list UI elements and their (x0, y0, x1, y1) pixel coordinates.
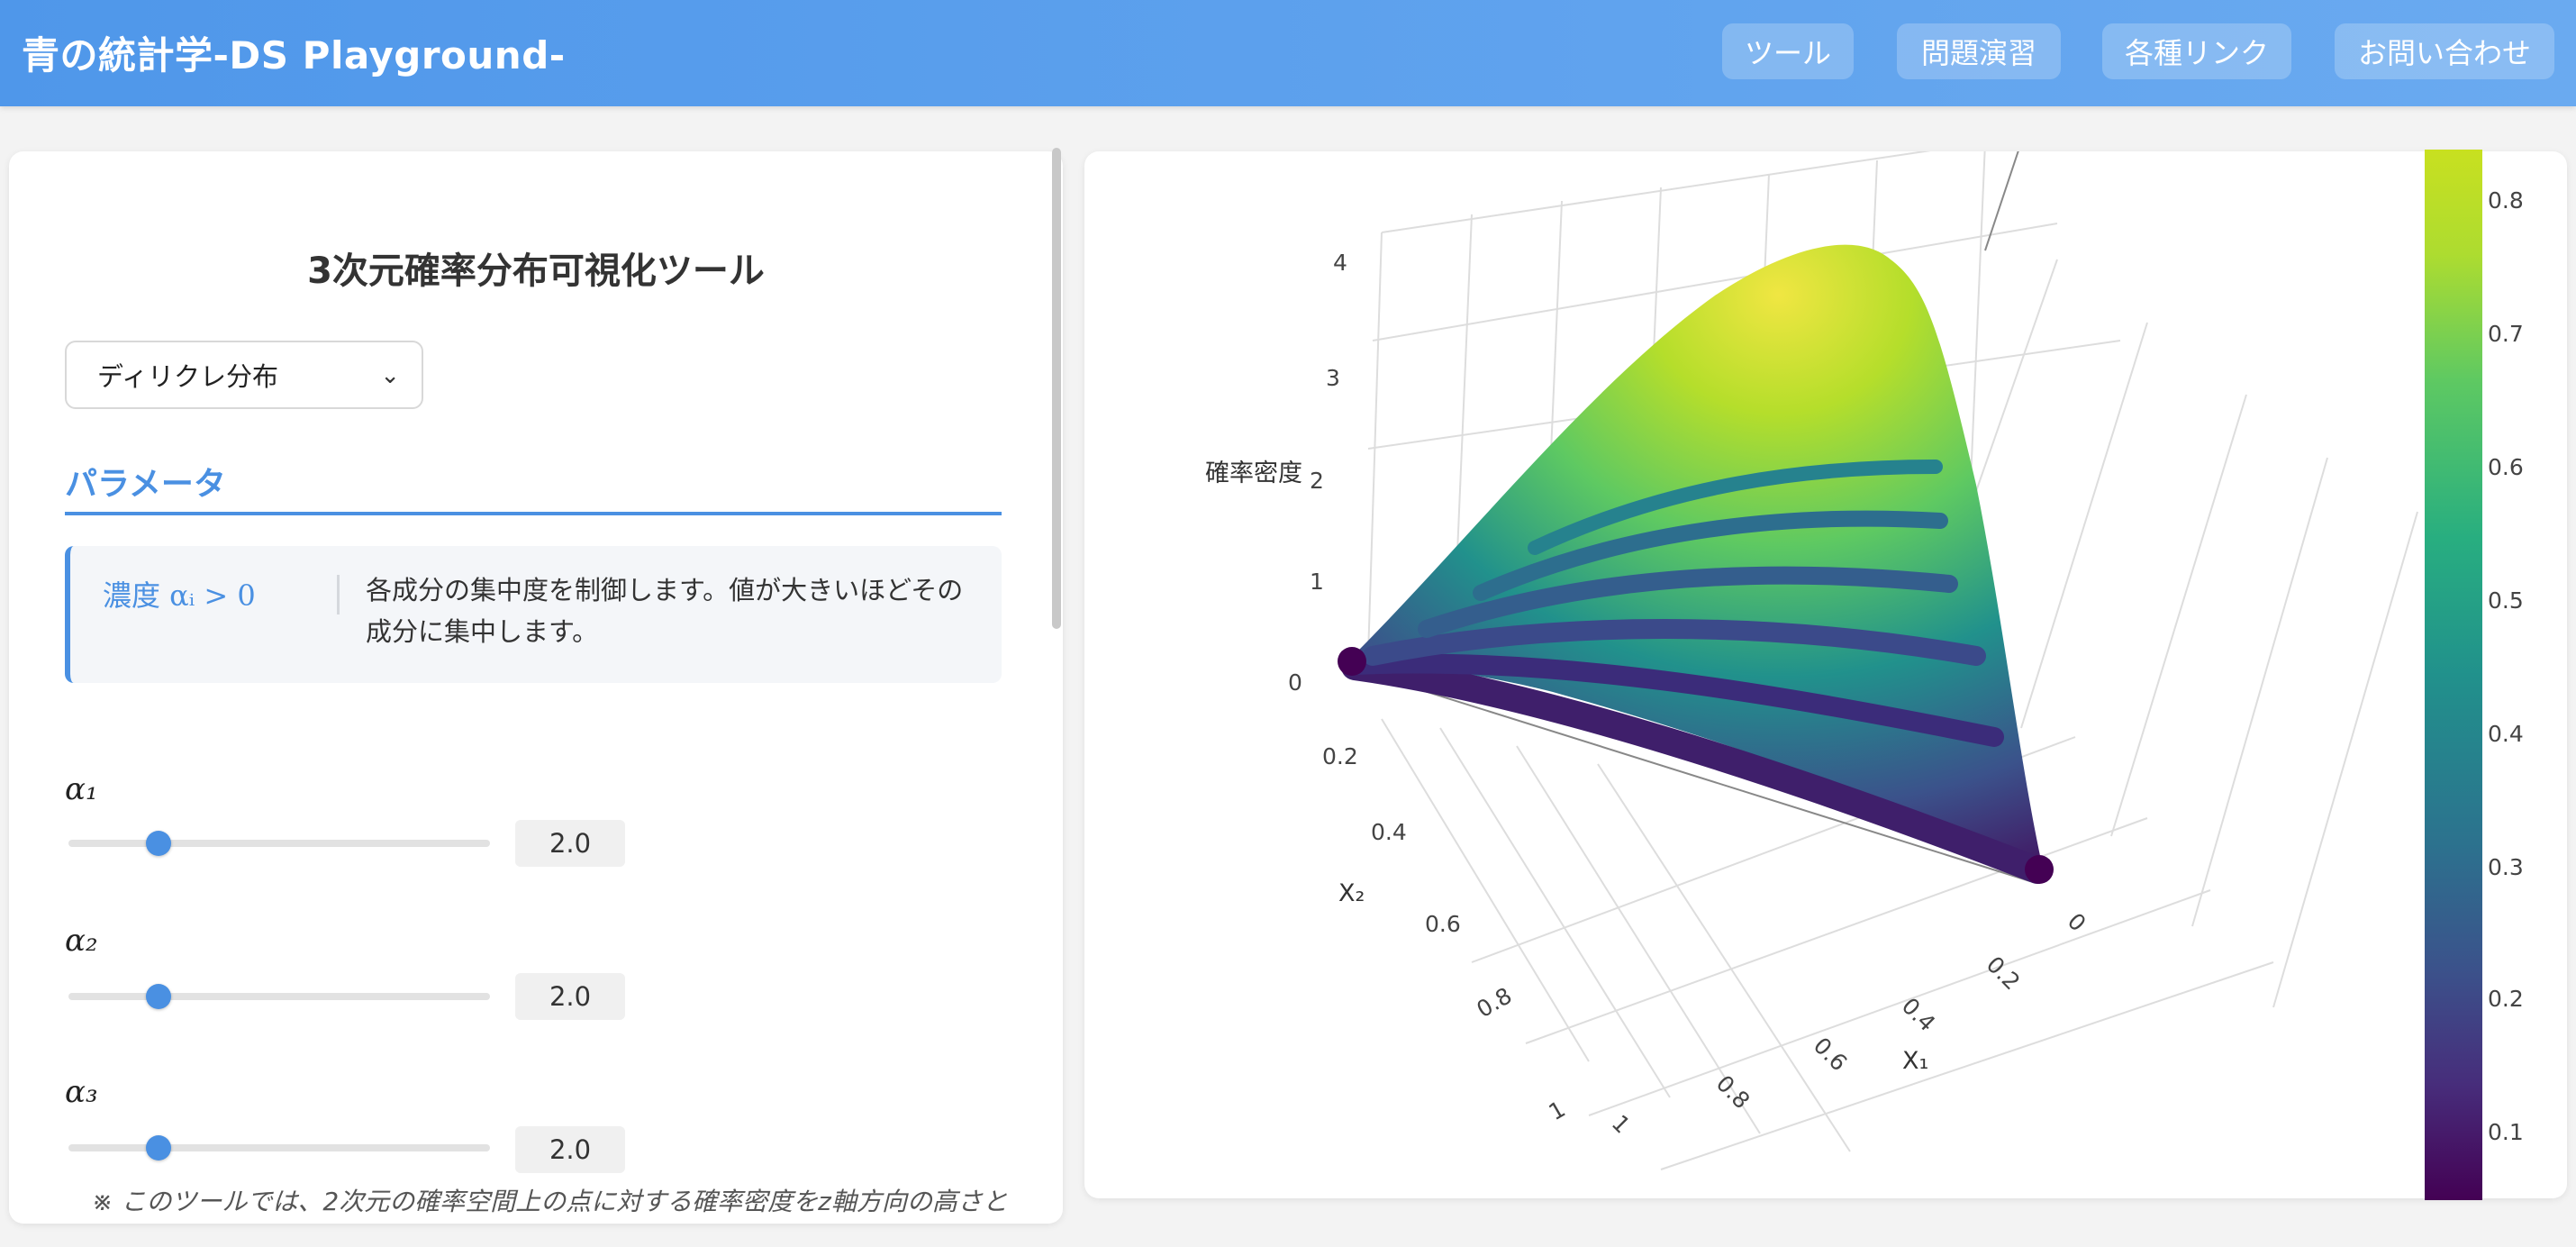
alpha2-label: α₂ (65, 923, 98, 959)
alpha2-value[interactable]: 2.0 (515, 973, 625, 1020)
info-separator (337, 575, 340, 614)
x1-tick-label: 0.4 (1897, 993, 1941, 1037)
x2-axis-ticks: 0.2 0.4 0.6 0.8 1 (1322, 743, 1570, 1125)
alpha1-slider-thumb[interactable] (146, 831, 171, 856)
control-panel-scrollbar[interactable] (1052, 148, 1061, 629)
x1-tick-label: 0.8 (1711, 1070, 1755, 1115)
z-tick-label: 2 (1310, 468, 1324, 494)
section-divider (65, 512, 1002, 515)
surface-plot-3d[interactable]: 4 3 1 0 2 確率密度 0.2 0.4 0.6 0.8 1 X₂ 0 0.… (1084, 151, 2567, 1198)
colorbar-tick: 0.7 (2488, 321, 2524, 347)
colorbar-tick: 0.6 (2488, 454, 2524, 480)
alpha1-value[interactable]: 2.0 (515, 820, 625, 867)
colorbar-tick: 0.4 (2488, 721, 2524, 747)
z-tick-label: 4 (1333, 250, 1347, 276)
nav-contact-button[interactable]: お問い合わせ (2335, 23, 2554, 79)
alpha1-label: α₁ (65, 771, 98, 807)
section-title-parameters: パラメータ (65, 466, 226, 503)
x2-tick-label: 1 (1545, 1096, 1570, 1125)
alpha3-value[interactable]: 2.0 (515, 1126, 625, 1173)
nav-tools-button[interactable]: ツール (1722, 23, 1854, 79)
colorbar-tick: 0.8 (2488, 187, 2524, 214)
x2-tick-label: 0.6 (1425, 911, 1461, 937)
colorbar-tick: 0.3 (2488, 854, 2524, 880)
tool-title: 3次元確率分布可視化ツール (307, 250, 765, 292)
z-tick-label: 0 (1288, 669, 1302, 696)
z-tick-label: 1 (1310, 569, 1324, 595)
x2-tick-label: 0.2 (1322, 743, 1358, 769)
distribution-select[interactable]: ディリクレ分布 ⌄ (65, 341, 423, 409)
x1-axis-title: X₁ (1902, 1047, 1928, 1075)
tool-footnote: ※ このツールでは、2次元の確率空間上の点に対する確率密度をz軸方向の高さとして… (92, 1187, 1008, 1216)
x1-tick-label: 0 (2063, 908, 2091, 937)
alpha2-slider-thumb[interactable] (146, 984, 171, 1009)
nav-links-button[interactable]: 各種リンク (2102, 23, 2291, 79)
chevron-down-icon: ⌄ (380, 362, 400, 389)
alpha3-slider-thumb[interactable] (146, 1135, 171, 1161)
colorbar (2425, 150, 2482, 1200)
colorbar-tick: 0.5 (2488, 587, 2524, 614)
control-panel: 3次元確率分布可視化ツール ディリクレ分布 ⌄ パラメータ 濃度 αᵢ > 0 … (9, 151, 1063, 1224)
z-axis-title: 確率密度 (1205, 460, 1302, 487)
plot-panel[interactable]: 4 3 1 0 2 確率密度 0.2 0.4 0.6 0.8 1 X₂ 0 0.… (1084, 151, 2567, 1198)
surface-corner-point (1338, 647, 1366, 676)
density-surface (1346, 244, 2044, 872)
parameter-info-box: 濃度 αᵢ > 0 各成分の集中度を制御します。値が大きいほどその成分に集中しま… (65, 546, 1002, 683)
surface-corner-point (2025, 855, 2054, 884)
top-navbar: 青の統計学-DS Playground- ツール 問題演習 各種リンク お問い合… (0, 0, 2576, 106)
x2-axis-title: X₂ (1338, 879, 1365, 907)
alpha3-label: α₃ (65, 1074, 98, 1110)
site-brand[interactable]: 青の統計学-DS Playground- (22, 25, 566, 80)
parameter-term: 濃度 αᵢ > 0 (103, 578, 256, 613)
x2-tick-label: 0.8 (1473, 982, 1517, 1023)
z-axis-line (1984, 151, 2019, 251)
alpha3-slider-track[interactable] (68, 1144, 490, 1151)
alpha2-slider-track[interactable] (68, 993, 490, 1000)
x1-tick-label: 1 (1607, 1110, 1636, 1139)
parameter-description: 各成分の集中度を制御します。値が大きいほどその成分に集中します。 (366, 575, 964, 647)
colorbar-tick: 0.2 (2488, 986, 2524, 1012)
x2-tick-label: 0.4 (1371, 819, 1407, 845)
x1-axis-ticks: 0 0.2 0.4 0.6 0.8 1 (1607, 908, 2091, 1139)
distribution-select-value: ディリクレ分布 (97, 361, 278, 392)
alpha1-slider-track[interactable] (68, 840, 490, 847)
z-tick-label: 3 (1326, 365, 1340, 391)
nav-exercises-button[interactable]: 問題演習 (1897, 23, 2061, 79)
x1-tick-label: 0.2 (1982, 951, 2026, 996)
x1-tick-label: 0.6 (1809, 1033, 1853, 1077)
colorbar-tick: 0.1 (2488, 1119, 2524, 1145)
